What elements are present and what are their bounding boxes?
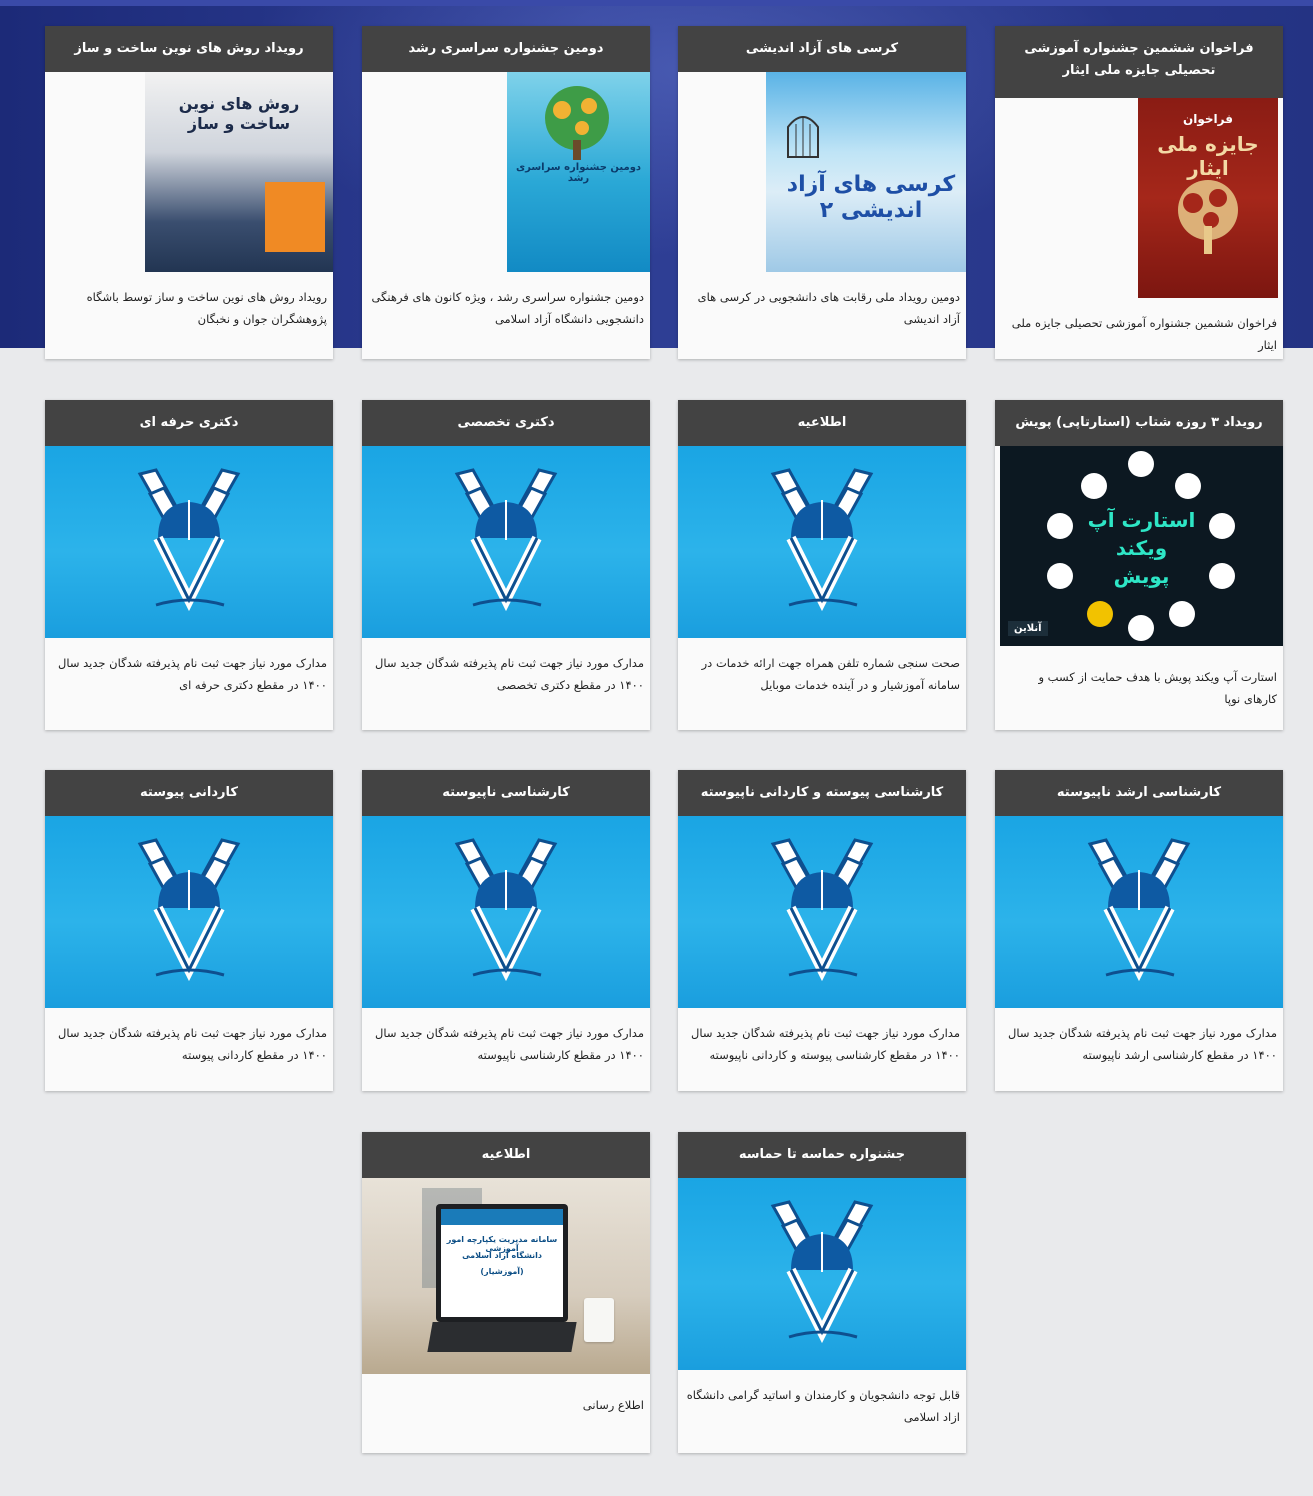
news-card[interactable]: دکتری تخصصی مدارک مورد نیاز جهت ثبت نام … <box>362 400 650 730</box>
card-image-iau[interactable] <box>362 816 650 1008</box>
card-description: مدارک مورد نیاز جهت ثبت نام پذیرفته شدگا… <box>1007 1026 1277 1062</box>
card-image-iau[interactable] <box>678 446 966 638</box>
card-title[interactable]: کارشناسی ناپیوسته <box>362 770 650 816</box>
card-description: مدارک مورد نیاز جهت ثبت نام پذیرفته شدگا… <box>57 656 327 692</box>
news-card[interactable]: رویداد ۳ روزه شتاب (استارتاپی) پویش استا… <box>995 400 1283 730</box>
card-title[interactable]: رویداد روش های نوین ساخت و ساز <box>45 26 333 72</box>
iau-logo-icon <box>769 460 875 620</box>
partner-logos-ring-icon <box>1047 451 1235 641</box>
news-card[interactable]: کاردانی پیوسته مدارک مورد نیاز جهت ثبت ن… <box>45 770 333 1091</box>
news-card[interactable]: رویداد روش های نوین ساخت و ساز روش های ن… <box>45 26 333 359</box>
card-description: اطلاع رسانی <box>582 1398 644 1412</box>
iau-logo-icon <box>136 830 242 990</box>
card-title[interactable]: دکتری تخصصی <box>362 400 650 446</box>
card-description: مدارک مورد نیاز جهت ثبت نام پذیرفته شدگا… <box>374 1026 644 1062</box>
news-card[interactable]: فراخوان ششمین جشنواره آموزشی تحصیلی جایز… <box>995 26 1283 359</box>
card-image-roshd[interactable]: دومین جشنواره سراسری رشد <box>362 72 650 272</box>
card-title[interactable]: جشنواره حماسه تا حماسه <box>678 1132 966 1178</box>
isar-poster-title: جایزه ملی ایثار <box>1157 132 1259 180</box>
card-description: مدارک مورد نیاز جهت ثبت نام پذیرفته شدگا… <box>57 1026 327 1062</box>
card-description: دومین رویداد ملی رقابت های دانشجویی در ک… <box>697 290 960 326</box>
startup-weekend-image: استارت آپ ویکند پویش آنلاین <box>1000 446 1283 646</box>
card-image-iau[interactable] <box>45 816 333 1008</box>
card-description: استارت آپ ویکند پویش با هدف حمایت از کسب… <box>1038 670 1277 706</box>
iau-logo-icon <box>136 460 242 620</box>
card-title[interactable]: اطلاعیه <box>678 400 966 446</box>
roshd-poster-title: دومین جشنواره سراسری رشد <box>515 162 642 184</box>
sakht-poster-orange-block <box>265 182 325 252</box>
card-image-isar[interactable]: فراخوان جایزه ملی ایثار <box>995 98 1283 298</box>
news-card[interactable]: اطلاعیه سامانه مدیریت یکپارچه امور آموزش… <box>362 1132 650 1453</box>
card-title[interactable]: کرسی های آزاد اندیشی <box>678 26 966 72</box>
news-card[interactable]: دکتری حرفه ای مدارک مورد نیاز جهت ثبت نا… <box>45 400 333 730</box>
news-card[interactable]: جشنواره حماسه تا حماسه قابل توجه دانشجوی… <box>678 1132 966 1453</box>
card-description: رویداد روش های نوین ساخت و ساز توسط باشگ… <box>86 290 327 326</box>
kursi-poster-image: کرسی های آزاد اندیشی ۲ <box>766 72 966 272</box>
isar-poster-heading: فراخوان <box>1183 112 1233 126</box>
isar-poster-image: فراخوان جایزه ملی ایثار <box>1138 98 1278 298</box>
iau-logo-icon <box>1086 830 1192 990</box>
sakht-poster-title-2: ساخت و ساز <box>187 114 291 133</box>
card-image-iau[interactable] <box>45 446 333 638</box>
card-image-laptop[interactable]: سامانه مدیریت یکپارچه امور آموزشی دانشگا… <box>362 1178 650 1374</box>
card-title[interactable]: فراخوان ششمین جشنواره آموزشی تحصیلی جایز… <box>995 26 1283 98</box>
news-card[interactable]: کرسی های آزاد اندیشی کرسی های آزاد اندیش… <box>678 26 966 359</box>
coffee-cup <box>584 1298 614 1342</box>
laptop-keyboard <box>427 1322 577 1352</box>
news-card[interactable]: اطلاعیه صحت سنجی شماره تلفن همراه جهت ار… <box>678 400 966 730</box>
card-image-iau[interactable] <box>362 446 650 638</box>
sakht-poster-title-1: روش های نوین <box>178 94 300 113</box>
growth-tree-icon <box>545 86 609 160</box>
sakht-poster-image: روش های نوین ساخت و ساز <box>145 72 333 272</box>
card-title[interactable]: کارشناسی پیوسته و کاردانی ناپیوسته <box>678 770 966 816</box>
card-title[interactable]: کاردانی پیوسته <box>45 770 333 816</box>
card-description: مدارک مورد نیاز جهت ثبت نام پذیرفته شدگا… <box>690 1026 960 1062</box>
iau-logo-icon <box>769 830 875 990</box>
card-image-iau[interactable] <box>995 816 1283 1008</box>
card-image-iau[interactable] <box>678 1178 966 1370</box>
card-description: مدارک مورد نیاز جهت ثبت نام پذیرفته شدگا… <box>374 656 644 692</box>
card-description: دومین جشنواره سراسری رشد ، ویژه کانون ها… <box>371 290 644 326</box>
laptop-screen: سامانه مدیریت یکپارچه امور آموزشی دانشگا… <box>436 1204 568 1322</box>
card-description: فراخوان ششمین جشنواره آموزشی تحصیلی جایز… <box>1011 316 1277 352</box>
card-title[interactable]: دکتری حرفه ای <box>45 400 333 446</box>
tree-icon <box>1178 180 1238 254</box>
laptop-line-3: (آموزشیار) <box>480 1267 524 1276</box>
news-card[interactable]: کارشناسی ناپیوسته مدارک مورد نیاز جهت ثب… <box>362 770 650 1091</box>
roshd-poster-image: دومین جشنواره سراسری رشد <box>507 72 650 272</box>
card-image-iau[interactable] <box>678 816 966 1008</box>
card-title[interactable]: رویداد ۳ روزه شتاب (استارتاپی) پویش <box>995 400 1283 446</box>
card-title[interactable]: کارشناسی ارشد ناپیوسته <box>995 770 1283 816</box>
news-card[interactable]: کارشناسی ارشد ناپیوسته مدارک مورد نیاز ج… <box>995 770 1283 1091</box>
card-description: صحت سنجی شماره تلفن همراه جهت ارائه خدما… <box>701 656 960 692</box>
iau-logo-icon <box>453 460 559 620</box>
laptop-line-2: دانشگاه آزاد اسلامی <box>462 1251 542 1260</box>
card-description: قابل توجه دانشجویان و کارمندان و اساتید … <box>686 1388 960 1424</box>
news-card[interactable]: دومین جشنواره سراسری رشد دومین جشنواره س… <box>362 26 650 359</box>
card-image-kursi[interactable]: کرسی های آزاد اندیشی ۲ <box>678 72 966 272</box>
iau-logo-icon <box>769 1192 875 1352</box>
news-card[interactable]: کارشناسی پیوسته و کاردانی ناپیوسته مدارک… <box>678 770 966 1091</box>
iau-logo-icon <box>453 830 559 990</box>
card-title[interactable]: دومین جشنواره سراسری رشد <box>362 26 650 72</box>
laptop-screen-content: سامانه مدیریت یکپارچه امور آموزشی دانشگا… <box>441 1209 563 1317</box>
kursi-poster-title: کرسی های آزاد اندیشی ۲ <box>786 172 956 223</box>
card-image-startup[interactable]: استارت آپ ویکند پویش آنلاین <box>995 446 1283 646</box>
birdcage-icon <box>787 116 819 158</box>
card-title[interactable]: اطلاعیه <box>362 1132 650 1178</box>
laptop-screen-header <box>441 1209 563 1225</box>
card-image-sakht[interactable]: روش های نوین ساخت و ساز <box>45 72 333 272</box>
